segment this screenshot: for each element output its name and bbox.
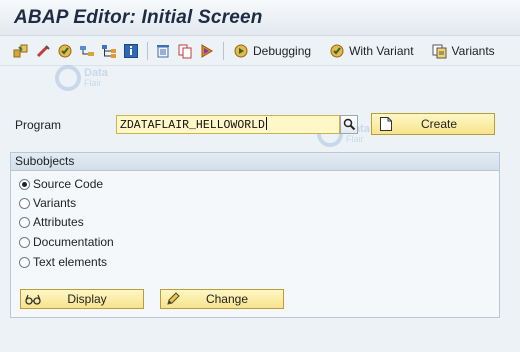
with-variant-label: With Variant <box>349 43 414 58</box>
other-object-icon[interactable] <box>12 42 30 60</box>
debugging-label: Debugging <box>253 43 312 58</box>
radio-text-elements[interactable]: Text elements <box>19 255 107 269</box>
info-icon[interactable] <box>122 42 140 60</box>
toolbar-separator <box>147 41 148 60</box>
debugging-button[interactable]: Debugging <box>230 40 316 62</box>
radio-label: Source Code <box>33 177 104 191</box>
create-button[interactable]: Create <box>371 113 495 135</box>
radio-button[interactable] <box>19 256 30 268</box>
radio-button[interactable] <box>19 178 30 190</box>
display-button[interactable]: Display <box>20 289 144 309</box>
text-caret <box>265 117 267 130</box>
radio-variants[interactable]: Variants <box>19 196 76 210</box>
program-input[interactable]: ZDATAFLAIR_HELLOWORLD <box>116 115 340 134</box>
radio-documentation[interactable]: Documentation <box>19 235 114 249</box>
hierarchy-icon[interactable] <box>100 42 118 60</box>
check-icon[interactable] <box>56 42 74 60</box>
title-bar: ABAP Editor: Initial Screen <box>0 0 520 36</box>
subobjects-group: Subobjects Source Code Variants Attribut… <box>10 152 500 318</box>
application-toolbar: Debugging With Variant Variants <box>0 36 520 66</box>
variants-icon <box>432 43 448 59</box>
watermark-logo: Data Flair <box>54 64 108 92</box>
radio-source-code[interactable]: Source Code <box>19 177 103 191</box>
radio-button[interactable] <box>19 236 30 248</box>
glasses-icon <box>25 291 41 307</box>
window-title: ABAP Editor: Initial Screen <box>14 7 263 28</box>
toolbar-separator <box>223 41 224 60</box>
radio-label: Documentation <box>33 235 114 249</box>
debugging-icon <box>233 43 249 59</box>
radio-label: Text elements <box>33 255 108 269</box>
delete-icon[interactable] <box>154 42 172 60</box>
variants-label: Variants <box>451 43 495 58</box>
with-variant-icon <box>329 43 345 59</box>
execute-icon[interactable] <box>198 42 216 60</box>
display-object-list-icon[interactable] <box>34 42 52 60</box>
display-label: Display <box>67 292 107 306</box>
change-label: Change <box>205 292 249 306</box>
radio-label: Variants <box>33 196 77 210</box>
radio-attributes[interactable]: Attributes <box>19 215 84 229</box>
where-used-icon[interactable] <box>78 42 96 60</box>
with-variant-button[interactable]: With Variant <box>326 40 418 62</box>
search-help-button[interactable] <box>340 115 358 134</box>
radio-button[interactable] <box>19 197 30 209</box>
pencil-icon <box>165 291 181 307</box>
create-label: Create <box>420 117 458 131</box>
change-button[interactable]: Change <box>160 289 284 309</box>
radio-button[interactable] <box>19 216 30 228</box>
program-label: Program <box>15 118 62 132</box>
copy-icon[interactable] <box>176 42 194 60</box>
subobjects-title: Subobjects <box>11 153 499 171</box>
variants-button[interactable]: Variants <box>429 40 500 62</box>
create-icon <box>378 116 394 132</box>
program-value: ZDATAFLAIR_HELLOWORLD <box>120 119 265 132</box>
search-icon <box>343 118 355 131</box>
radio-label: Attributes <box>33 215 84 229</box>
